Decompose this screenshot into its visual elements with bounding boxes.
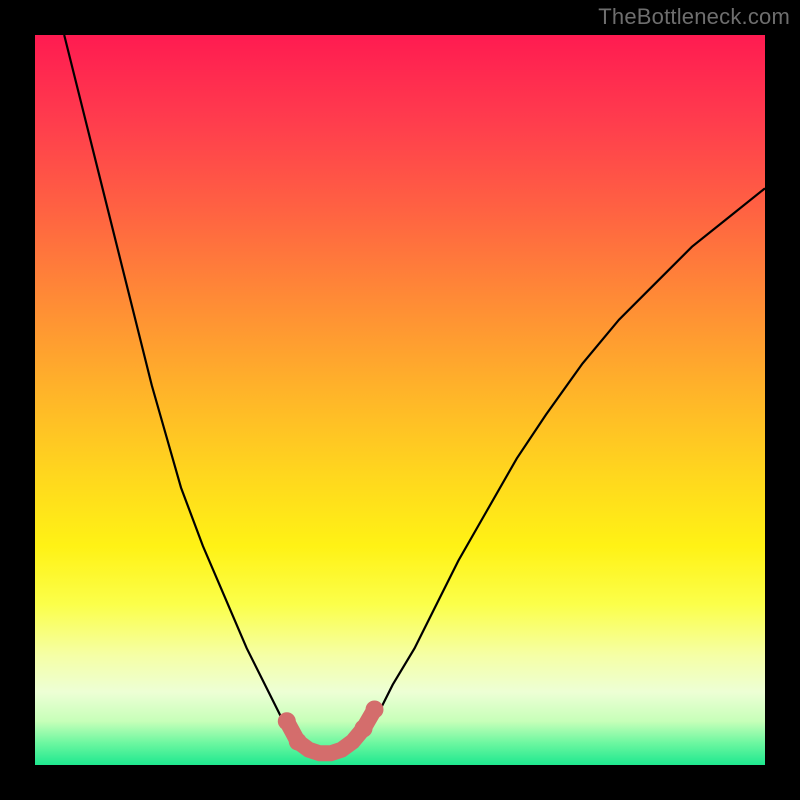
highlight-dots bbox=[278, 701, 384, 751]
chart-stage: TheBottleneck.com bbox=[0, 0, 800, 800]
highlight-dot bbox=[355, 720, 373, 738]
highlight-dot bbox=[366, 701, 384, 719]
watermark-text: TheBottleneck.com bbox=[598, 4, 790, 30]
highlight-dot bbox=[289, 733, 307, 751]
plot-area bbox=[35, 35, 765, 765]
highlight-dot bbox=[278, 712, 296, 730]
curve-layer bbox=[35, 35, 765, 765]
bottleneck-curve bbox=[64, 35, 765, 754]
